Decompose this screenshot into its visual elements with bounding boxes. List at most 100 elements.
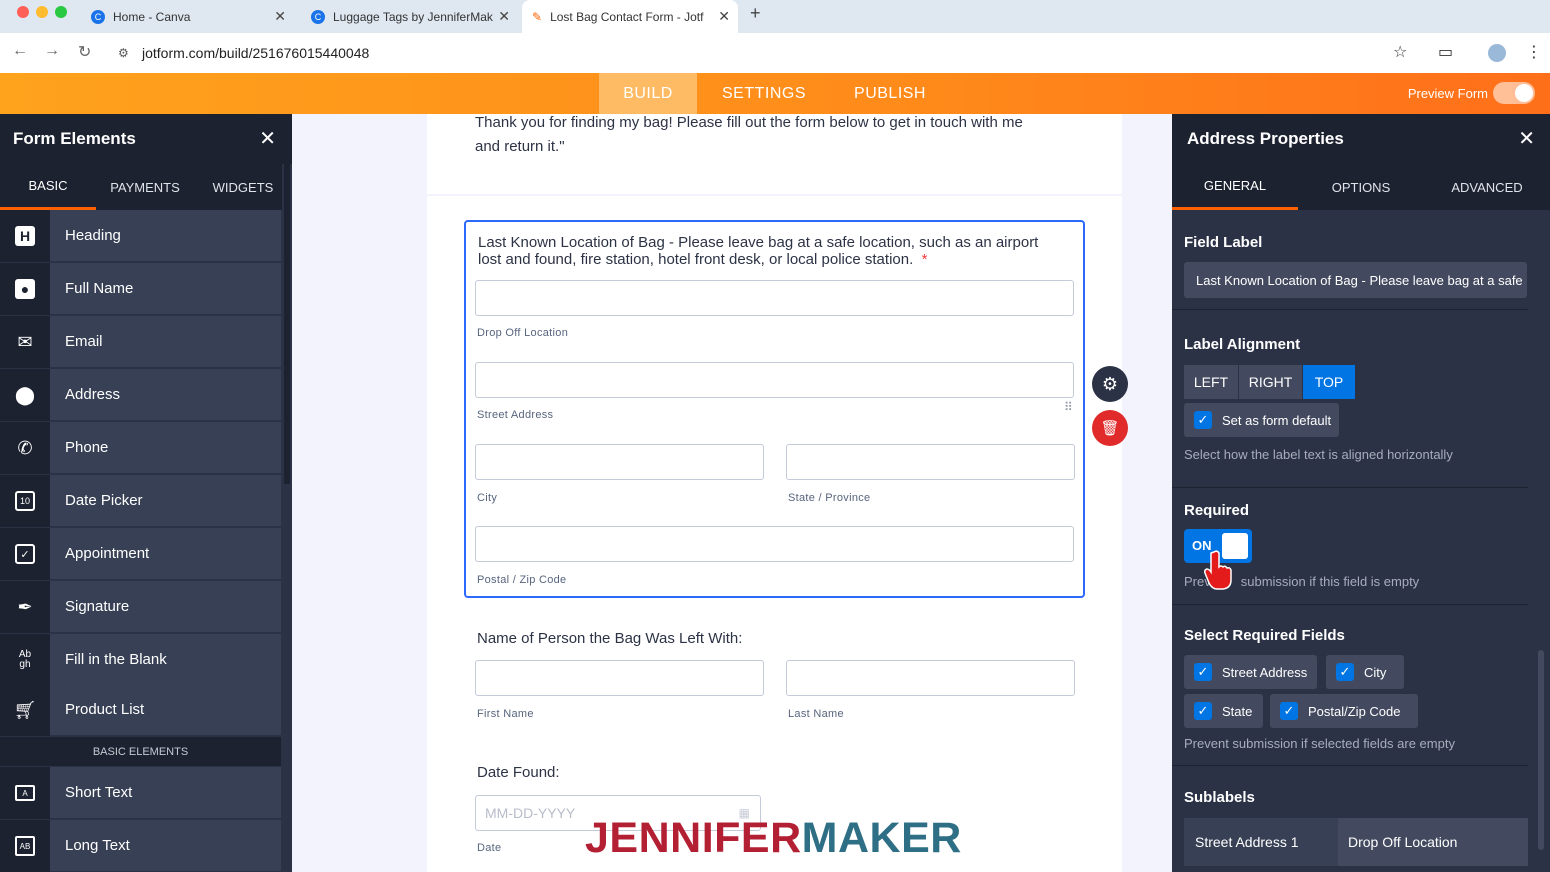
element-label: Email [50, 316, 281, 368]
reload-icon[interactable]: ↻ [78, 42, 91, 62]
nav-publish[interactable]: PUBLISH [840, 73, 940, 114]
intro-card: Thank you for finding my bag! Please fil… [427, 114, 1122, 194]
postal-code-input[interactable] [475, 526, 1074, 562]
element-phone[interactable]: ✆ Phone [0, 422, 281, 474]
sublabel-key: Street Address 1 [1184, 818, 1338, 866]
city-input[interactable] [475, 444, 764, 480]
new-tab-plus-icon[interactable]: + [750, 3, 761, 24]
label-line-1: Last Known Location of Bag - Please leav… [478, 234, 1039, 251]
canva-favicon-icon: C [311, 9, 325, 24]
last-name-input[interactable] [786, 660, 1075, 696]
align-right-button[interactable]: RIGHT [1239, 365, 1302, 399]
sublabel-drop-off: Drop Off Location [477, 327, 569, 339]
set-as-default-checkbox[interactable]: ✓ Set as form default [1184, 403, 1339, 437]
nav-build[interactable]: BUILD [599, 73, 697, 114]
tab-general[interactable]: GENERAL [1172, 164, 1298, 210]
tab-payments[interactable]: PAYMENTS [96, 164, 194, 210]
drop-off-location-input[interactable] [475, 280, 1074, 316]
first-name-input[interactable] [475, 660, 764, 696]
element-fill-in-the-blank[interactable]: Ab gh Fill in the Blank [0, 634, 281, 686]
label-alignment-title: Label Alignment [1184, 336, 1301, 353]
browser-tab-lost-bag-form[interactable]: ✎ Lost Bag Contact Form - Jotf ✕ [522, 0, 738, 33]
url-field[interactable]: ⚙ jotform.com/build/251676015440048 [108, 38, 1424, 68]
watermark-part-2: MAKER [801, 814, 962, 862]
preview-form-toggle[interactable] [1493, 82, 1535, 104]
browser-toolbar: ← → ↻ ⚙ jotform.com/build/25167601544004… [0, 33, 1550, 73]
bookmark-star-icon[interactable]: ☆ [1393, 42, 1407, 62]
tab-close-icon[interactable]: ✕ [718, 8, 730, 25]
checkmark-icon: ✓ [1194, 411, 1212, 429]
address-properties-panel: Address Properties ✕ GENERAL OPTIONS ADV… [1172, 114, 1550, 872]
element-short-text[interactable]: A Short Text [0, 767, 281, 819]
element-date-picker[interactable]: 10 Date Picker [0, 475, 281, 527]
checkmark-icon: ✓ [1194, 702, 1212, 720]
tab-widgets[interactable]: WIDGETS [194, 164, 292, 210]
browser-tab-luggage-tags[interactable]: C Luggage Tags by JenniferMak ✕ [302, 0, 518, 33]
sublabel-last-name: Last Name [788, 708, 844, 720]
element-appointment[interactable]: ✓ Appointment [0, 528, 281, 580]
sublabel-row-street-1: Street Address 1 Drop Off Location [1184, 818, 1528, 866]
field-label-input[interactable]: Last Known Location of Bag - Please leav… [1184, 262, 1527, 298]
panel-title: Form Elements [13, 129, 136, 148]
tab-close-icon[interactable]: ✕ [498, 8, 510, 25]
element-product-list[interactable]: 🛒︎ Product List [0, 684, 281, 736]
element-label: Appointment [50, 528, 281, 580]
address-field-selected[interactable]: Last Known Location of Bag - Please leav… [464, 220, 1085, 598]
right-panel-scrollbar[interactable] [1532, 210, 1550, 872]
minimize-window-button[interactable] [36, 6, 48, 18]
tab-basic[interactable]: BASIC [0, 164, 96, 210]
browser-tab-canva[interactable]: C Home - Canva ✕ [82, 0, 294, 33]
element-label: Address [50, 369, 281, 421]
maximize-window-button[interactable] [55, 6, 67, 18]
tab-title: Lost Bag Contact Form - Jotf [550, 9, 704, 24]
align-top-button[interactable]: TOP [1303, 365, 1355, 399]
sublabel-value-input[interactable]: Drop Off Location [1340, 818, 1528, 866]
properties-tabs: GENERAL OPTIONS ADVANCED [1172, 164, 1550, 210]
drag-handle-icon[interactable]: ⠿ [1064, 400, 1073, 414]
tab-advanced[interactable]: ADVANCED [1424, 164, 1550, 210]
city-checkbox[interactable]: ✓ City [1326, 655, 1404, 689]
label-alignment-section: Label Alignment LEFT RIGHT TOP ✓ Set as … [1172, 311, 1528, 488]
close-icon[interactable]: ✕ [259, 126, 276, 151]
close-icon[interactable]: ✕ [1518, 126, 1535, 151]
sublabel-city: City [477, 492, 498, 504]
required-fields-description: Prevent submission if selected fields ar… [1184, 736, 1455, 751]
close-window-button[interactable] [17, 6, 29, 18]
street-address-input[interactable] [475, 362, 1074, 398]
element-signature[interactable]: ✒ Signature [0, 581, 281, 633]
short-text-icon: A [0, 767, 50, 819]
field-label-section: Field Label Last Known Location of Bag -… [1172, 210, 1528, 310]
profile-avatar[interactable] [1488, 44, 1506, 62]
element-long-text[interactable]: AB Long Text [0, 820, 281, 872]
forward-arrow-icon[interactable]: → [44, 42, 60, 60]
person-icon: ● [0, 263, 50, 315]
watermark-part-1: JENNIFER [585, 814, 802, 862]
browser-tab-bar: C Home - Canva ✕ C Luggage Tags by Jenni… [0, 0, 1550, 33]
street-address-checkbox[interactable]: ✓ Street Address [1184, 655, 1317, 689]
site-settings-icon[interactable]: ⚙ [118, 46, 129, 60]
nav-settings[interactable]: SETTINGS [708, 73, 820, 114]
state-checkbox[interactable]: ✓ State [1184, 694, 1263, 728]
sublabel-state: State / Province [788, 492, 871, 504]
element-heading[interactable]: H Heading [0, 210, 281, 262]
date-found-label[interactable]: Date Found: [477, 764, 560, 781]
address-field-label[interactable]: Last Known Location of Bag - Please leav… [478, 234, 1078, 268]
state-input[interactable] [786, 444, 1075, 480]
field-properties-gear-button[interactable]: ⚙ [1092, 366, 1128, 402]
align-left-button[interactable]: LEFT [1184, 365, 1238, 399]
delete-field-button[interactable]: 🗑︎ [1092, 410, 1128, 446]
element-label: Short Text [50, 767, 281, 819]
element-email[interactable]: ✉ Email [0, 316, 281, 368]
cast-icon[interactable]: ▭ [1438, 42, 1453, 62]
element-full-name[interactable]: ● Full Name [0, 263, 281, 315]
postal-code-checkbox[interactable]: ✓ Postal/Zip Code [1270, 694, 1418, 728]
back-arrow-icon[interactable]: ← [12, 42, 28, 60]
tab-options[interactable]: OPTIONS [1298, 164, 1424, 210]
kebab-menu-icon[interactable]: ⋮ [1526, 42, 1542, 62]
element-label: Heading [50, 210, 281, 262]
alignment-segmented-control: LEFT RIGHT TOP [1184, 365, 1355, 399]
tab-close-icon[interactable]: ✕ [274, 8, 286, 25]
left-panel-scrollbar[interactable] [282, 164, 292, 872]
element-address[interactable]: ⬤ Address [0, 369, 281, 421]
name-field-label[interactable]: Name of Person the Bag Was Left With: [477, 630, 742, 647]
